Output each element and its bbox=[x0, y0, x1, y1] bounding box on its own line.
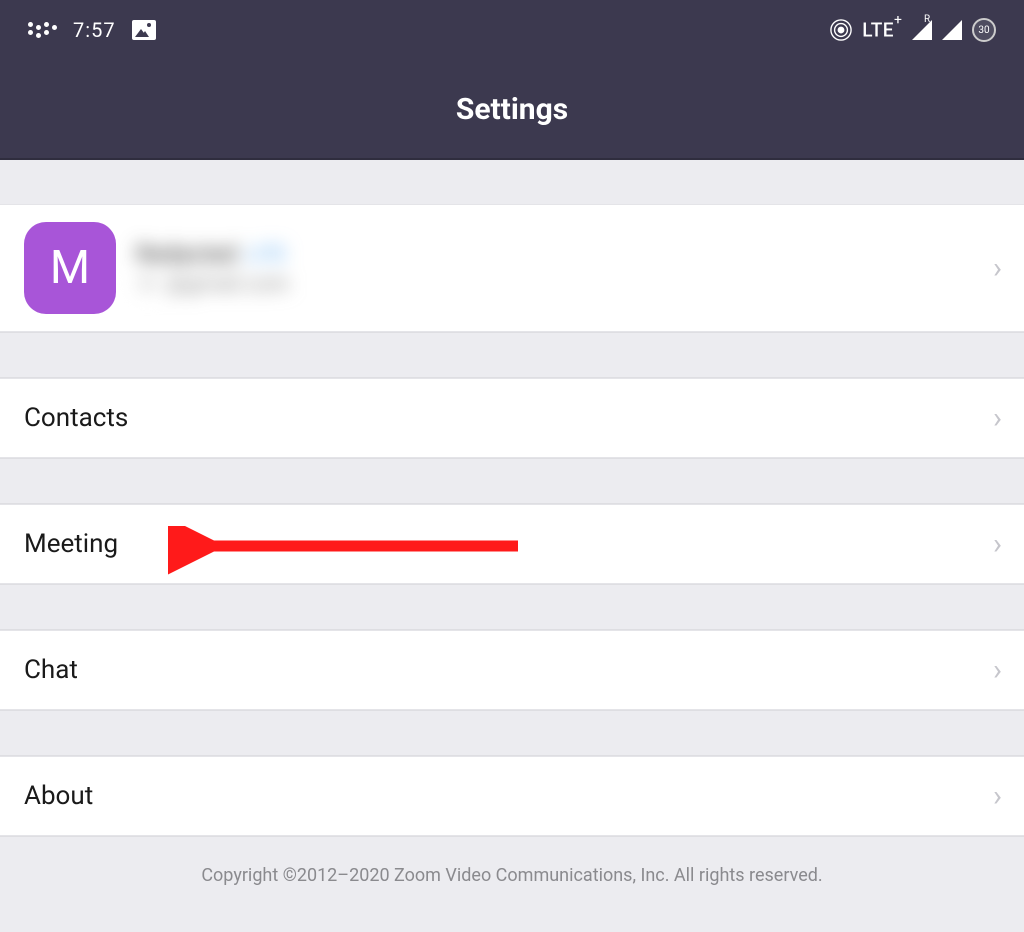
section-gap bbox=[0, 332, 1024, 378]
hotspot-icon bbox=[830, 19, 852, 41]
avatar: M bbox=[24, 222, 116, 314]
about-row[interactable]: About › bbox=[0, 756, 1024, 836]
status-clock: 7:57 bbox=[73, 18, 116, 42]
gallery-icon bbox=[132, 20, 156, 40]
meeting-row[interactable]: Meeting › bbox=[0, 504, 1024, 584]
profile-info: Redacted LITE G @gmail.com bbox=[136, 240, 1000, 297]
status-right: LTE+ R 30 bbox=[830, 18, 996, 42]
section-gap bbox=[0, 710, 1024, 756]
chevron-right-icon: › bbox=[993, 251, 1002, 286]
section-gap bbox=[0, 584, 1024, 630]
blackberry-icon bbox=[28, 22, 57, 38]
network-label: LTE+ bbox=[862, 18, 902, 41]
app-header: Settings bbox=[0, 60, 1024, 160]
profile-email-text: @gmail.com bbox=[166, 272, 289, 297]
about-label: About bbox=[24, 781, 93, 811]
settings-content: M Redacted LITE G @gmail.com › Contacts … bbox=[0, 160, 1024, 914]
contacts-row[interactable]: Contacts › bbox=[0, 378, 1024, 458]
page-title: Settings bbox=[456, 92, 568, 127]
google-icon: G bbox=[136, 273, 158, 295]
section-gap bbox=[0, 160, 1024, 204]
battery-icon: 30 bbox=[972, 18, 996, 42]
profile-badge: LITE bbox=[247, 242, 286, 266]
profile-row[interactable]: M Redacted LITE G @gmail.com › bbox=[0, 204, 1024, 332]
profile-name-text: Redacted bbox=[136, 240, 237, 268]
chat-label: Chat bbox=[24, 655, 78, 685]
contacts-label: Contacts bbox=[24, 403, 128, 433]
status-left: 7:57 bbox=[28, 18, 156, 42]
meeting-label: Meeting bbox=[24, 529, 118, 559]
footer-copyright: Copyright ©2012–2020 Zoom Video Communic… bbox=[0, 837, 1024, 914]
chevron-right-icon: › bbox=[993, 527, 1002, 562]
status-bar: 7:57 LTE+ R 30 bbox=[0, 0, 1024, 60]
chat-row[interactable]: Chat › bbox=[0, 630, 1024, 710]
signal-icon-roaming: R bbox=[942, 20, 962, 40]
chevron-right-icon: › bbox=[993, 401, 1002, 436]
section-gap bbox=[0, 458, 1024, 504]
chevron-right-icon: › bbox=[993, 779, 1002, 814]
avatar-letter: M bbox=[50, 241, 90, 295]
chevron-right-icon: › bbox=[993, 653, 1002, 688]
